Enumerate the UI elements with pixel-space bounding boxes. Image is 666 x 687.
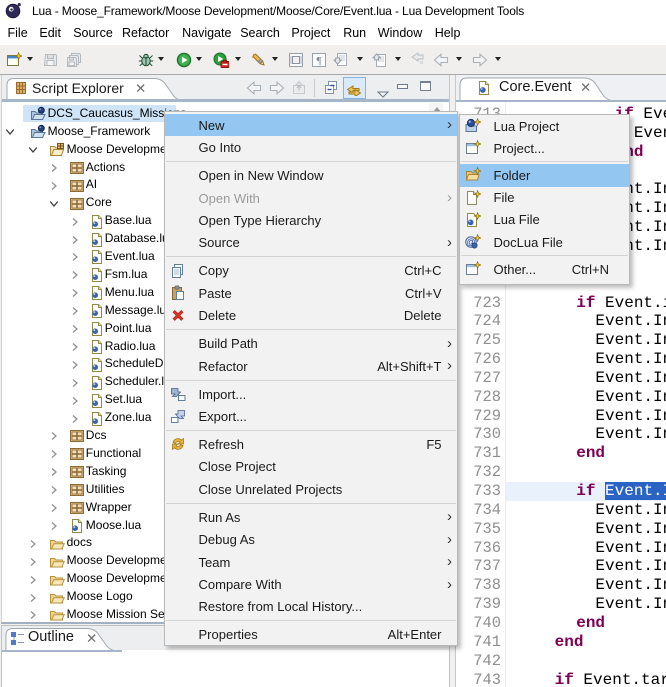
svg-text:¶: ¶ <box>317 55 322 67</box>
